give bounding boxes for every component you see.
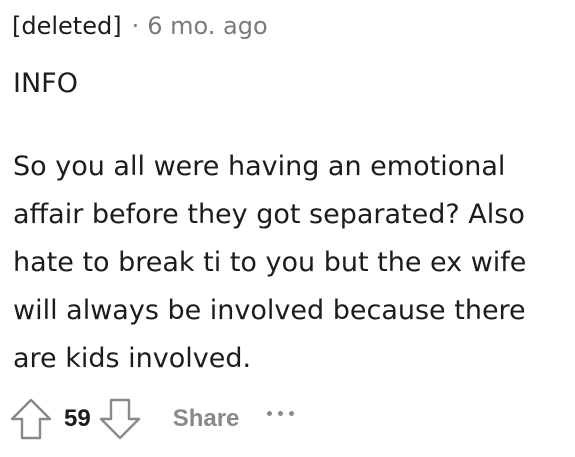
comment-meta: [deleted] · 6 mo. ago	[12, 11, 268, 41]
vote-score: 59	[64, 405, 91, 432]
comment-actions: 59 Share	[8, 394, 300, 444]
ellipsis-dot	[267, 410, 273, 416]
comment-line: affair before they got separated? Also	[13, 199, 525, 230]
author-name[interactable]: [deleted]	[12, 11, 122, 41]
comment-line: will always be involved because there	[13, 295, 526, 326]
ellipsis-dot	[289, 410, 295, 416]
comment: [deleted] · 6 mo. ago INFO So you all we…	[0, 0, 575, 457]
timestamp[interactable]: 6 mo. ago	[147, 11, 267, 41]
comment-line: hate to break ti to you but the ex wife	[13, 247, 527, 278]
upvote-button[interactable]	[8, 396, 54, 442]
comment-paragraph-1: INFO	[13, 68, 78, 99]
comment-line: are kids involved.	[13, 343, 252, 374]
comment-paragraph-2: So you all were having an emotional affa…	[13, 143, 568, 383]
arrow-up-icon	[10, 398, 52, 440]
ellipsis-dot	[278, 410, 284, 416]
meta-separator: ·	[131, 12, 140, 40]
ellipsis-icon[interactable]	[267, 403, 300, 423]
downvote-button[interactable]	[97, 396, 143, 442]
comment-line: So you all were having an emotional	[13, 151, 506, 182]
share-button[interactable]: Share	[173, 405, 240, 433]
arrow-down-icon	[99, 398, 140, 440]
